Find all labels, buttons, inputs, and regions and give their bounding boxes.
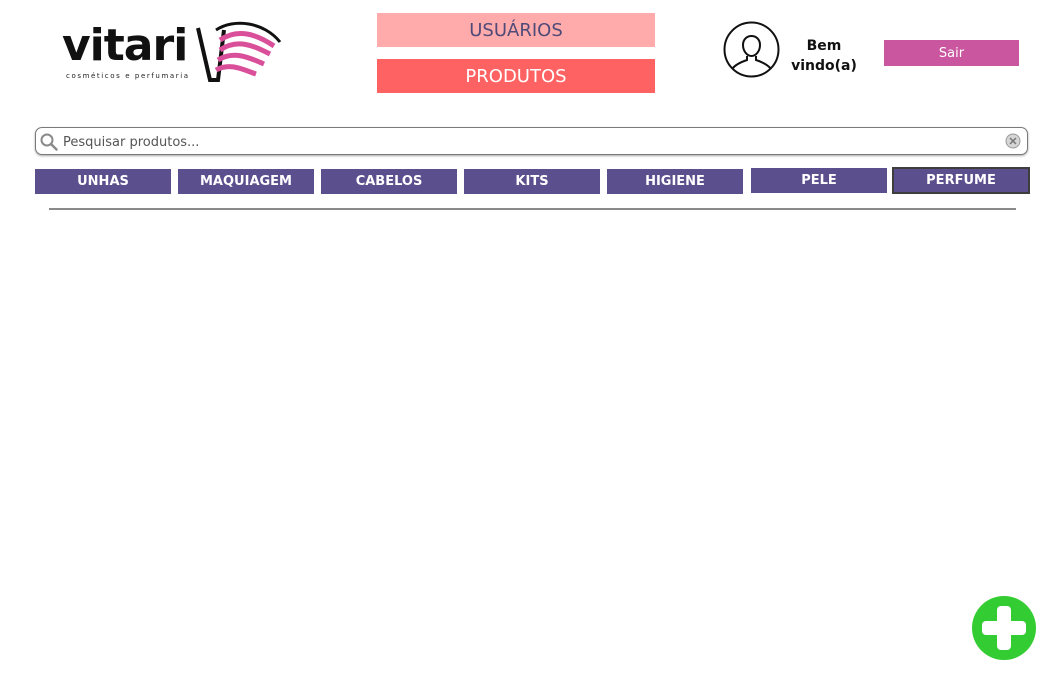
search-bar — [35, 127, 1028, 155]
category-kits-button[interactable]: KITS — [464, 169, 600, 194]
category-pele-button[interactable]: PELE — [751, 168, 887, 193]
brand-logo: vitari cosméticos e perfumaria — [60, 20, 282, 86]
clear-icon[interactable] — [1005, 133, 1021, 149]
category-cabelos-button[interactable]: CABELOS — [321, 169, 457, 194]
brand-name: vitari — [62, 20, 188, 71]
plus-icon[interactable] — [971, 595, 1037, 661]
nav-usuarios-button[interactable]: USUÁRIOS — [377, 13, 655, 47]
welcome-text: Bem vindo(a) — [791, 38, 857, 74]
logout-button[interactable]: Sair — [884, 40, 1019, 66]
category-higiene-button[interactable]: HIGIENE — [607, 169, 743, 194]
search-input[interactable] — [61, 130, 1005, 154]
category-unhas-button[interactable]: UNHAS — [35, 169, 171, 194]
brand-tagline: cosméticos e perfumaria — [66, 72, 190, 80]
category-maquiagem-button[interactable]: MAQUIAGEM — [178, 169, 314, 194]
divider — [49, 208, 1016, 210]
nav-produtos-button[interactable]: PRODUTOS — [377, 59, 655, 93]
search-icon — [40, 133, 58, 151]
logo-wing-icon — [196, 21, 282, 82]
category-perfume-button[interactable]: PERFUME — [892, 167, 1030, 194]
user-icon[interactable] — [723, 21, 780, 78]
